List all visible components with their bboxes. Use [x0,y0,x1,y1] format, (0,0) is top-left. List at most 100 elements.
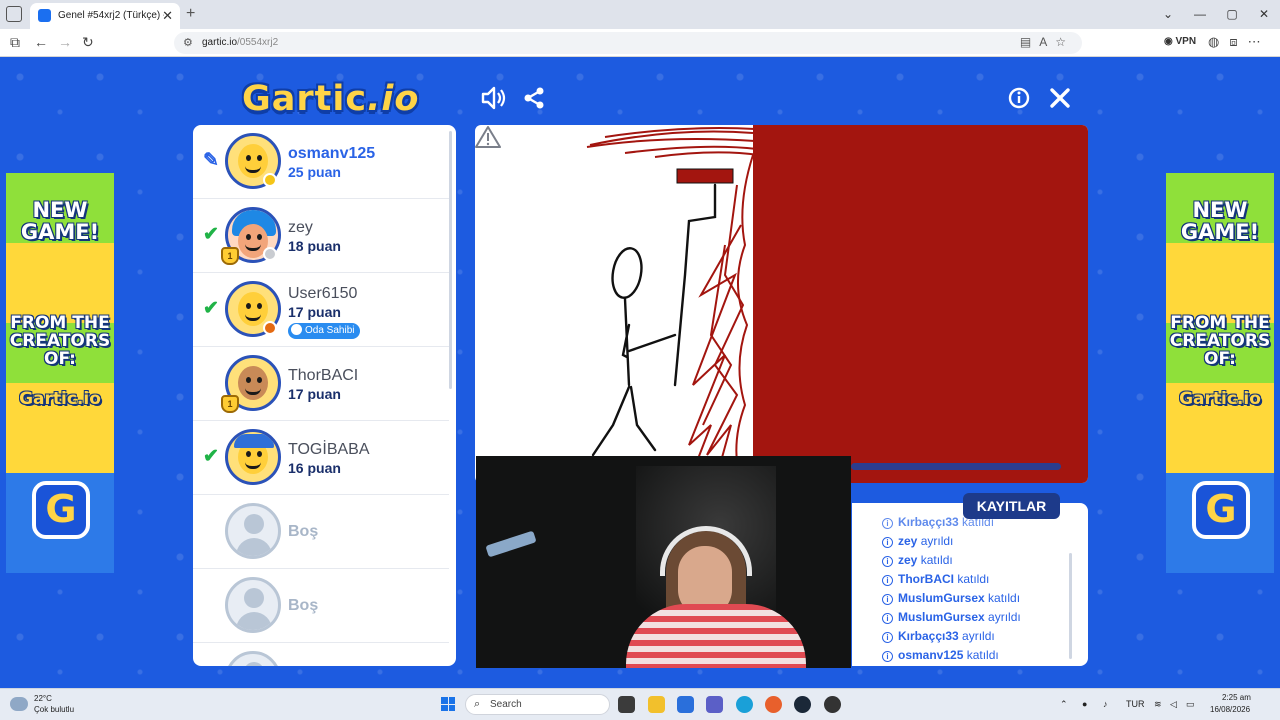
tray-app-icon[interactable]: ● [1082,699,1087,709]
log-line: i ThorBACI katıldı [882,572,989,586]
log-line: i osmanv125 katıldı [882,648,999,662]
ad-brand: Gartic.io [19,389,101,409]
log-line: i zey ayrıldı [882,534,953,548]
player-row[interactable]: ✔ User6150 17 puan Oda Sahibi [193,273,449,347]
tab-close-icon[interactable]: ✕ [162,8,173,24]
info-small-icon: i [882,594,893,605]
log-button[interactable]: KAYITLAR [963,493,1060,519]
ad-g-logo-icon: G [32,481,90,539]
taskbar-search[interactable]: ⌕ Search [465,694,610,715]
reload-icon[interactable]: ↻ [82,34,94,51]
favorite-star-icon[interactable]: ☆ [1055,35,1074,49]
teams-icon[interactable] [706,696,723,713]
player-score: 18 puan [288,238,341,254]
reader-icon[interactable]: ▤ [1020,35,1039,49]
back-icon[interactable]: ← [34,34,48,50]
workspaces-icon[interactable]: ⧉ [10,34,20,51]
url-text: gartic.io/0554xrj2 [202,37,279,48]
ad-headline: NEW GAME! [1180,198,1260,245]
site-info-icon[interactable]: ⚙ [183,36,193,49]
minimize-icon[interactable]: — [1184,0,1216,29]
player-row[interactable]: ✎ osmanv125 25 puan [193,125,449,199]
translate-icon[interactable]: A [1039,35,1055,49]
profile-icon[interactable]: ◍ [1208,34,1229,49]
status-dot [263,247,277,261]
game-page: Gartic.io NEW GAME! FROM THE CREATORS OF… [0,57,1280,688]
warning-icon[interactable] [475,125,501,149]
player-row[interactable]: ✔ TOGİBABA 16 puan [193,421,449,495]
player-row[interactable]: 1 ThorBACI 17 puan [193,347,449,421]
sound-icon[interactable] [480,85,508,111]
player-row-empty: Boş [193,495,449,569]
player-name: Boş [288,597,319,614]
log-line: i zey katıldı [882,553,953,567]
file-explorer-icon[interactable] [648,696,665,713]
status-dot [263,321,277,335]
info-icon[interactable] [1008,87,1030,109]
player-list: ✎ osmanv125 25 puan ✔ 1 zey 18 puan ✔ Us… [193,125,456,666]
drawing-canvas[interactable] [475,125,1088,483]
player-score: 25 puan [288,164,341,180]
maximize-icon[interactable]: ▢ [1216,0,1248,29]
extensions-icon[interactable]: ⧈ [1229,34,1247,49]
player-score: 16 puan [288,460,341,476]
address-bar[interactable]: ⚙ gartic.io/0554xrj2 ▤A☆ [174,32,1082,54]
toolbar-right-icons: ◍⧈⋯ [1208,34,1271,50]
microphone-icon[interactable]: ♪ [1103,699,1108,709]
task-view-icon[interactable] [618,696,635,713]
browser-tab[interactable]: Genel #54xrj2 (Türkçe) - Gartic.i ✕ [30,3,180,29]
ad-banner-right[interactable]: NEW GAME! FROM THE CREATORS OF: Gartic.i… [1166,173,1274,573]
clock-time[interactable]: 2:25 am [1222,693,1251,702]
clock-date[interactable]: 16/08/2026 [1210,705,1250,714]
tab-actions-icon[interactable] [6,6,22,22]
ad-brand: Gartic.io [1179,389,1261,409]
info-small-icon: i [882,632,893,643]
browser-tab-bar: Genel #54xrj2 (Türkçe) - Gartic.i ✕ + ⌄ … [0,0,1280,29]
share-icon[interactable] [522,86,546,110]
menu-icon[interactable]: ⋯ [1248,34,1271,49]
new-tab-icon[interactable]: + [186,5,195,23]
player-name: zey [288,219,313,236]
player-name: User6150 [288,285,358,302]
firefox-icon[interactable] [765,696,782,713]
player-list-scrollbar[interactable] [449,131,452,389]
check-icon: ✔ [203,446,219,467]
webcam-person [626,526,806,668]
info-small-icon: i [882,651,893,662]
app-icon[interactable] [824,696,841,713]
info-small-icon: i [882,613,893,624]
player-row[interactable]: ✔ 1 zey 18 puan [193,199,449,273]
ad-g-logo-icon: G [1192,481,1250,539]
store-icon[interactable] [677,696,694,713]
forward-icon[interactable]: → [58,34,72,50]
language-indicator[interactable]: TUR [1126,699,1145,709]
weather-cloud-icon[interactable] [10,697,28,711]
player-row-empty: Boş [193,569,449,643]
window-close-icon[interactable]: ✕ [1248,0,1280,29]
ad-banner-left[interactable]: NEW GAME! FROM THE CREATORS OF: Gartic.i… [6,173,114,573]
close-icon[interactable] [1049,87,1071,109]
tab-search-chevron-icon[interactable]: ⌄ [1152,0,1184,29]
ad-tagline: FROM THE CREATORS OF: [1169,313,1271,369]
player-name: ThorBACI [288,367,359,384]
log-scrollbar[interactable] [1069,553,1072,659]
windows-taskbar: 22°C Çok bulutlu ⌕ Search ⌃ ● ♪ TUR ≋ ◁ … [0,688,1280,720]
weather-description[interactable]: Çok bulutlu [34,705,74,714]
weather-temperature[interactable]: 22°C [34,694,52,703]
empty-avatar-icon [225,651,281,666]
info-small-icon: i [882,518,893,529]
avatar [225,429,281,485]
battery-icon[interactable]: ▭ [1186,699,1195,710]
wifi-icon[interactable]: ≋ [1154,699,1162,710]
vpn-button[interactable]: ◉ VPN [1164,36,1196,47]
webcam-lamp [485,530,537,558]
volume-icon[interactable]: ◁ [1170,699,1177,710]
edge-icon[interactable] [736,696,753,713]
start-button-icon[interactable] [441,697,455,711]
address-bar-actions: ▤A☆ [1020,35,1074,49]
crown-icon [291,324,302,335]
timer-bar [851,463,1061,470]
log-line: i MuslumGursex katıldı [882,591,1020,605]
tray-chevron-icon[interactable]: ⌃ [1060,699,1068,710]
steam-icon[interactable] [794,696,811,713]
